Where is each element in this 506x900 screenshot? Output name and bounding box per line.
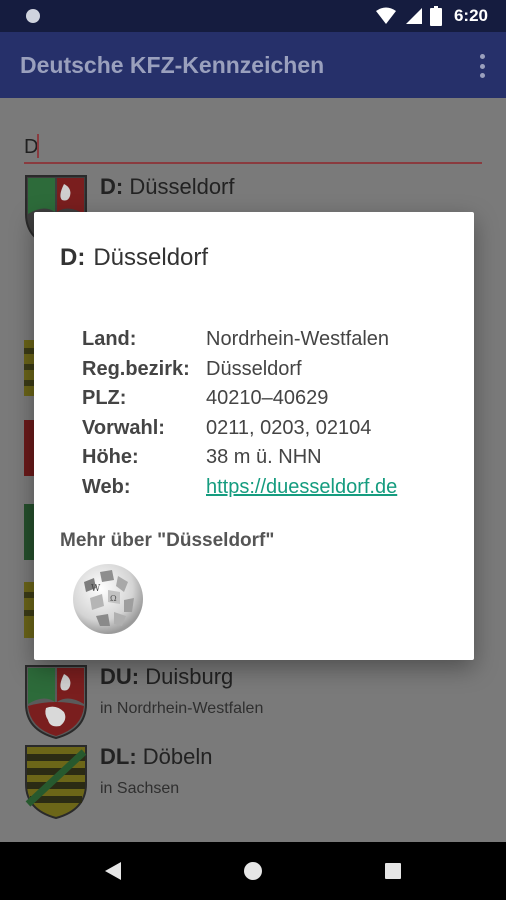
status-icons: 6:20 [375,6,488,26]
list-item-subtitle: in Nordrhein-Westfalen [100,700,264,717]
details-dialog: D: Düsseldorf Land: Nordrhein-Westfalen Re… [34,212,474,660]
recents-icon[interactable] [381,859,405,883]
info-row-plz: PLZ: 40210–40629 [82,387,329,410]
svg-text:W: W [91,584,101,594]
svg-text:Ω: Ω [110,594,117,603]
info-row-web: Web: https://duesseldorf.de [82,475,398,499]
text-cursor [37,134,39,158]
home-icon[interactable] [241,859,265,883]
info-row-regbezirk: Reg.bezirk: Düsseldorf [82,357,302,380]
list-item[interactable]: DU: Duisburg in Nordrhein-Westfalen [24,664,494,744]
navigation-bar [0,842,506,900]
clock: 6:20 [453,6,488,25]
battery-icon [429,6,442,26]
list-item-subtitle: in Sachsen [100,780,180,797]
notification-dot-icon [26,9,40,23]
saxony-crest-icon [25,745,87,820]
list-item-title: DL: Döbeln [100,744,213,769]
website-link[interactable]: https://duesseldorf.de [206,476,397,499]
info-row-hoehe: Höhe: 38 m ü. NHN [82,446,322,469]
more-about-label: Mehr über "Düsseldorf" [60,530,275,551]
more-vert-icon[interactable] [478,54,486,78]
list-item-title: DU: Duisburg [100,664,234,689]
nrw-crest-icon [25,665,87,740]
info-row-land: Land: Nordrhein-Westfalen [82,328,390,351]
app-title: Deutsche KFZ-Kennzeichen [20,52,325,78]
wikipedia-globe-icon[interactable]: W Ω [70,562,146,636]
back-icon[interactable] [101,859,125,883]
list-item[interactable]: DL: Döbeln in Sachsen [24,744,494,824]
wifi-icon [375,7,396,24]
search-input[interactable]: D [24,128,482,164]
info-table: Land: Nordrhein-Westfalen Reg.bezirk: Düss… [82,325,452,502]
cell-signal-icon [405,8,422,24]
dialog-title: D: Düsseldorf [60,244,209,271]
app-bar: Deutsche KFZ-Kennzeichen [0,32,506,98]
status-bar: 6:20 [0,0,506,32]
info-row-vorwahl: Vorwahl: 0211, 0203, 02104 [82,416,372,439]
list-item-title: D: Düsseldorf [100,174,235,199]
